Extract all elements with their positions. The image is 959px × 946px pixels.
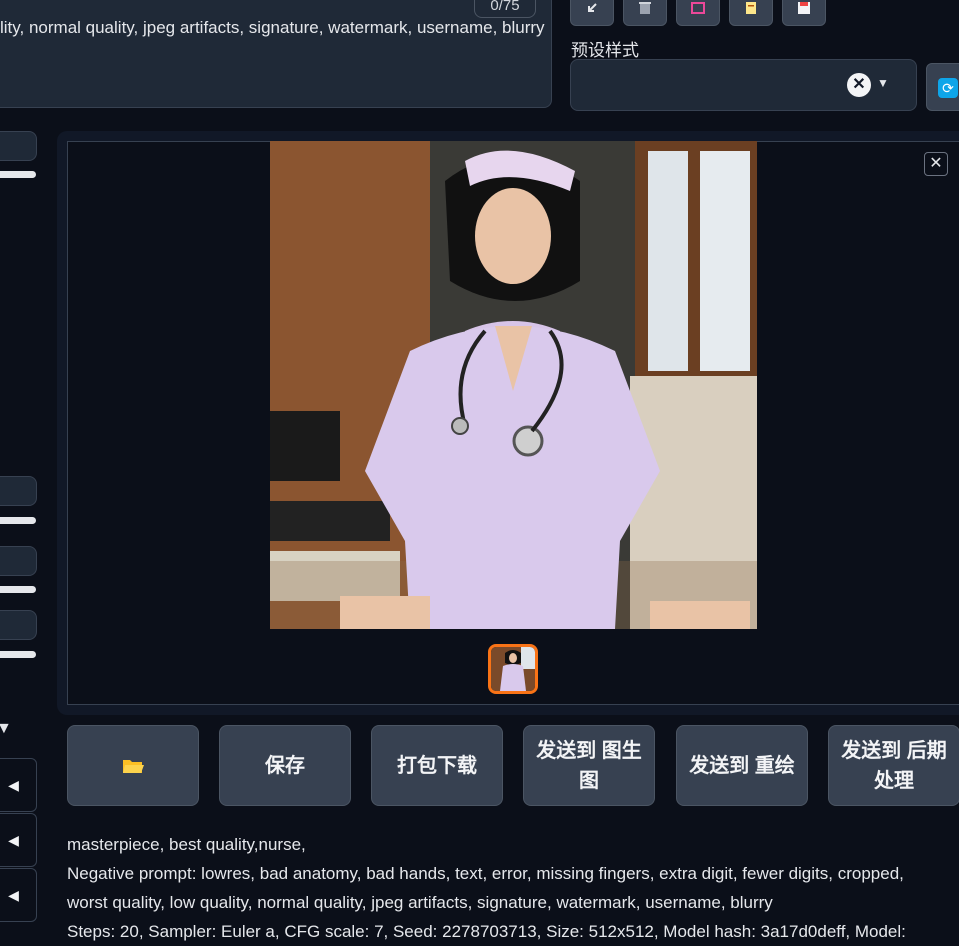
left-arrow-button-3[interactable]: ◀ xyxy=(0,868,37,922)
send-to-inpaint-button[interactable]: 发送到 重绘 xyxy=(676,725,808,806)
trash-icon xyxy=(639,2,651,14)
arrow-left-icon: ◀ xyxy=(8,831,19,848)
close-image-button[interactable]: ✕ xyxy=(924,152,948,176)
clear-icon[interactable]: ✕ xyxy=(847,73,871,97)
left-number-field-1[interactable] xyxy=(0,131,37,161)
generation-info: masterpiece, best quality,nurse, Negativ… xyxy=(67,830,947,946)
left-arrow-button-2[interactable]: ◀ xyxy=(0,813,37,867)
left-number-field-2[interactable] xyxy=(0,476,37,506)
info-params: Steps: 20, Sampler: Euler a, CFG scale: … xyxy=(67,922,906,941)
collapse-triangle-icon[interactable]: ▼ xyxy=(0,720,12,738)
send-to-extras-button[interactable]: 发送到 后期处理 xyxy=(828,725,959,806)
paste-button[interactable] xyxy=(570,0,614,26)
save-style-button[interactable] xyxy=(782,0,826,26)
refresh-icon: ⟳ xyxy=(938,78,958,98)
left-slider-2[interactable] xyxy=(0,517,36,524)
token-counter: 0/75 xyxy=(474,0,536,18)
left-arrow-button-1[interactable]: ◀ xyxy=(0,758,37,812)
left-number-field-3[interactable] xyxy=(0,546,37,576)
open-folder-button[interactable] xyxy=(67,725,199,806)
refresh-styles-button[interactable]: ⟳ xyxy=(926,63,959,111)
negative-prompt-text[interactable]: lity, normal quality, jpeg artifacts, si… xyxy=(0,18,545,38)
folder-icon xyxy=(123,759,144,773)
arrow-left-icon: ◀ xyxy=(8,886,19,903)
clear-prompt-button[interactable] xyxy=(623,0,667,26)
info-negative-prompt: Negative prompt: lowres, bad anatomy, ba… xyxy=(67,864,904,912)
left-slider-4[interactable] xyxy=(0,651,36,658)
chevron-down-icon[interactable]: ▼ xyxy=(877,76,889,90)
negative-prompt-textbox[interactable] xyxy=(0,0,552,108)
apply-style-button[interactable] xyxy=(729,0,773,26)
clipboard-icon xyxy=(746,2,756,14)
image-icon xyxy=(691,2,705,14)
left-slider-1[interactable] xyxy=(0,171,36,178)
styles-label: 预设样式 xyxy=(571,41,639,60)
left-slider-3[interactable] xyxy=(0,586,36,593)
generated-image[interactable] xyxy=(270,141,757,629)
zip-download-button[interactable]: 打包下载 xyxy=(371,725,503,806)
save-icon xyxy=(798,2,810,14)
send-to-img2img-button[interactable]: 发送到 图生图 xyxy=(523,725,655,806)
show-extra-networks-button[interactable] xyxy=(676,0,720,26)
arrow-left-icon: ◀ xyxy=(8,776,19,793)
arrow-icon xyxy=(588,3,597,12)
left-number-field-4[interactable] xyxy=(0,610,37,640)
gallery-thumbnail[interactable] xyxy=(488,644,538,694)
save-button[interactable]: 保存 xyxy=(219,725,351,806)
info-prompt: masterpiece, best quality,nurse, xyxy=(67,835,306,854)
